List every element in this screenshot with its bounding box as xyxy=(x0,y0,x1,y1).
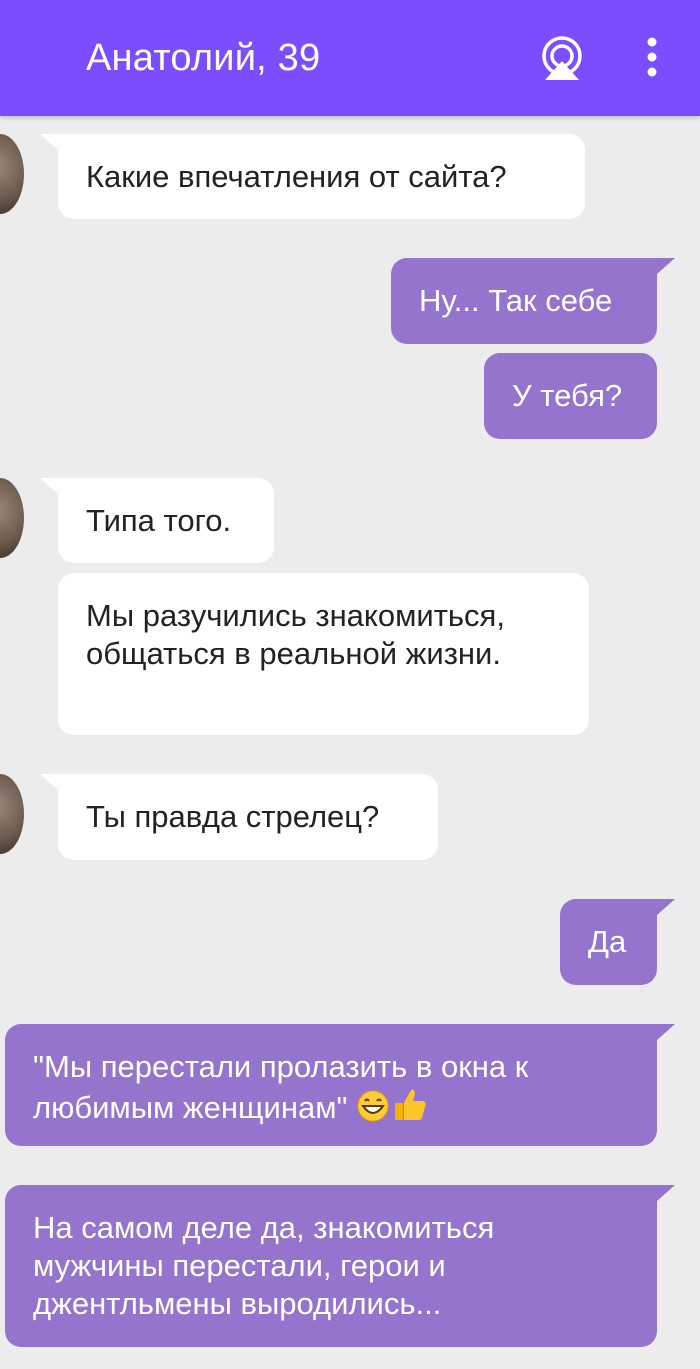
message-outgoing: Ну... Так себе xyxy=(391,258,675,344)
more-vertical-icon[interactable] xyxy=(636,34,668,82)
cast-icon[interactable] xyxy=(536,34,588,82)
message-outgoing: Да xyxy=(560,899,675,985)
avatar[interactable] xyxy=(0,134,24,214)
message-outgoing: На самом деле да, знакомиться мужчины пе… xyxy=(5,1185,675,1347)
app-bar: Анатолий, 39 xyxy=(0,0,700,116)
avatar[interactable] xyxy=(0,478,24,558)
thumbs-up-icon xyxy=(390,1086,428,1131)
message-outgoing: "Мы перестали пролазить в окна к любимым… xyxy=(5,1024,675,1146)
message-incoming: Типа того. xyxy=(40,478,274,563)
chat-partner-title[interactable]: Анатолий, 39 xyxy=(86,34,320,82)
avatar[interactable] xyxy=(0,774,24,854)
chat-screen: Анатолий, 39 Какие впечатления от сайта?… xyxy=(0,0,700,1369)
message-incoming: Мы разучились знакомиться, общаться в ре… xyxy=(58,573,589,735)
message-incoming: Какие впечатления от сайта? xyxy=(40,134,585,219)
message-incoming: Ты правда стрелец? xyxy=(40,774,438,860)
message-outgoing: У тебя? xyxy=(484,353,657,439)
grinning-face-icon xyxy=(356,1090,390,1131)
